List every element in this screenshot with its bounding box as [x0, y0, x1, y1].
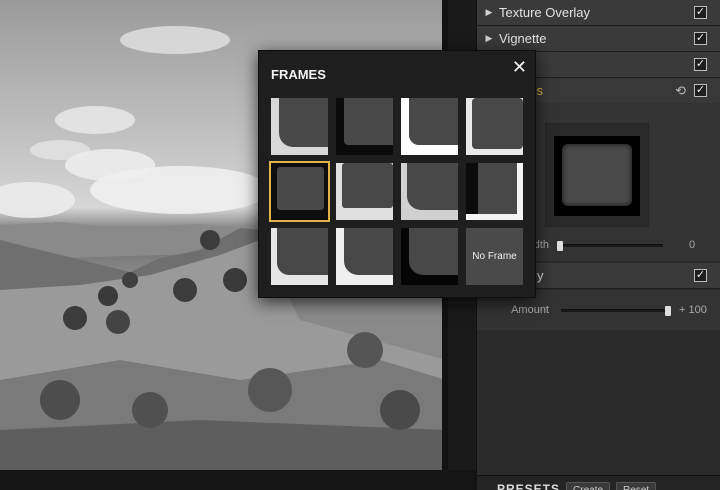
frame-option-white-rough[interactable] [466, 98, 523, 155]
amount-slider[interactable] [561, 305, 671, 316]
frame-thumb-image [466, 163, 517, 214]
frame-thumb-image [342, 163, 393, 208]
panel-empty-area [477, 330, 720, 475]
frame-option-dark-grunge[interactable] [336, 98, 393, 155]
detail-checkbox[interactable]: ✓ [694, 269, 707, 282]
frame-preview-image [562, 144, 632, 206]
frames-popup: FRAMES ✕ No Frame [258, 50, 536, 298]
amount-slider-row: Amount + 100 [477, 300, 720, 320]
frame-option-dark-rough[interactable] [269, 161, 330, 222]
width-slider[interactable] [557, 240, 663, 251]
frame-option-white-wide[interactable] [336, 228, 393, 285]
presets-title: PRESETS [497, 482, 561, 490]
amount-label: Amount [511, 304, 549, 316]
frame-option-white-corner[interactable] [401, 98, 458, 155]
frame-thumb-image [409, 228, 458, 275]
app-window: ▶ Texture Overlay ✓ ▶ Vignette ✓ ▶ ✓ Fra… [0, 0, 720, 490]
create-preset-button[interactable]: Create [566, 482, 611, 490]
amount-slider-thumb[interactable] [665, 305, 671, 316]
amount-value: + 100 [679, 304, 707, 316]
presets-bar: PRESETS Create Reset [477, 475, 720, 490]
frame-option-black-white-edge[interactable] [466, 163, 523, 220]
frame-thumb-image [344, 98, 393, 145]
frame-preview[interactable] [545, 123, 649, 227]
frame-thumb-image [277, 228, 328, 275]
frames-grid: No Frame [269, 98, 525, 286]
frame-option-white-brush[interactable] [401, 163, 458, 220]
photo-frame-bottom [0, 470, 476, 490]
frame-thumb-image [472, 98, 523, 149]
refresh-icon[interactable]: ⟲ [675, 83, 686, 99]
frame-option-white-bottom-grunge[interactable] [336, 163, 393, 220]
section-label: Texture Overlay [499, 5, 591, 20]
texture-overlay-checkbox[interactable]: ✓ [694, 6, 707, 19]
reset-button[interactable]: Reset [616, 482, 657, 490]
frame-thumb-image [409, 98, 458, 145]
frame-preview-border [554, 136, 640, 216]
width-slider-thumb[interactable] [557, 240, 563, 251]
hidden-section-checkbox[interactable]: ✓ [694, 58, 707, 71]
popup-title: FRAMES [271, 67, 326, 82]
vignette-checkbox[interactable]: ✓ [694, 32, 707, 45]
frames-checkbox[interactable]: ✓ [694, 84, 707, 97]
expand-icon[interactable]: ▶ [479, 33, 499, 44]
section-vignette[interactable]: ▶ Vignette ✓ [477, 26, 720, 52]
frame-thumb-shadow [466, 163, 478, 214]
frame-thumb-image [279, 98, 328, 147]
frame-thumb-image [407, 163, 458, 210]
frame-thumb-image [344, 228, 393, 275]
expand-icon[interactable]: ▶ [479, 7, 499, 18]
close-icon[interactable]: ✕ [512, 57, 527, 78]
frame-option-light-corner[interactable] [271, 98, 328, 155]
frame-option-white-soft[interactable] [271, 228, 328, 285]
no-frame-option[interactable]: No Frame [466, 228, 523, 285]
width-value: 0 [689, 239, 696, 251]
frame-thumb-image [277, 167, 324, 210]
section-texture-overlay[interactable]: ▶ Texture Overlay ✓ [477, 0, 720, 26]
section-label: Vignette [499, 31, 547, 46]
frame-option-black-corner[interactable] [401, 228, 458, 285]
no-frame-label: No Frame [472, 251, 517, 262]
